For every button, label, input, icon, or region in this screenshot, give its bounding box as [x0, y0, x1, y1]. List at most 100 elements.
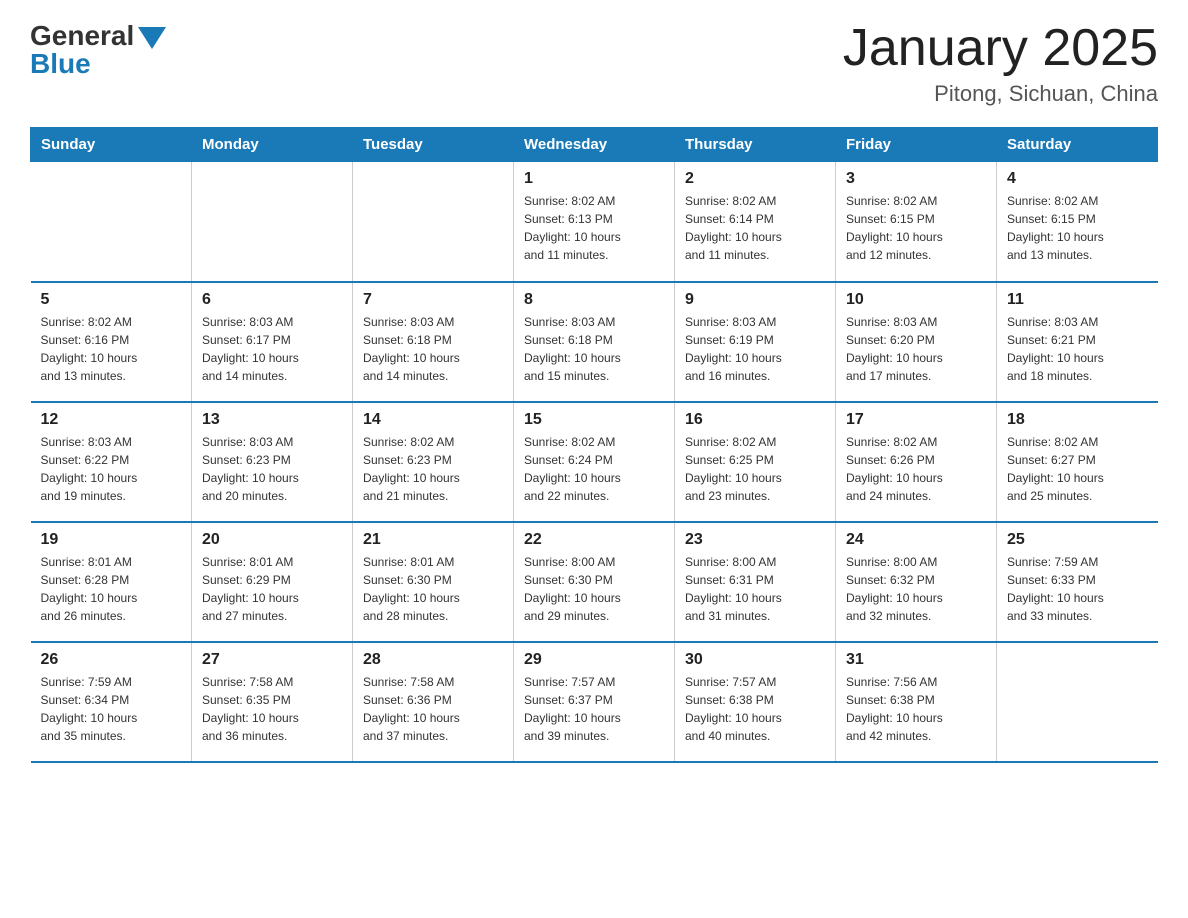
calendar-week-row: 5 Sunrise: 8:02 AM Sunset: 6:16 PM Daylig… — [31, 282, 1158, 402]
day-number: 11 — [1007, 291, 1148, 309]
day-number: 8 — [524, 291, 664, 309]
day-number: 25 — [1007, 531, 1148, 549]
calendar-week-row: 19Sunrise: 8:01 AM Sunset: 6:28 PM Dayli… — [31, 522, 1158, 642]
weekday-header-sunday: Sunday — [31, 128, 192, 162]
calendar-cell: 15 Sunrise: 8:02 AM Sunset: 6:24 PM Dayli… — [514, 402, 675, 522]
day-info: Sunrise: 8:00 AM Sunset: 6:30 PM Dayligh… — [524, 553, 664, 625]
calendar-cell — [997, 642, 1158, 762]
calendar-cell: 12 Sunrise: 8:03 AM Sunset: 6:22 PM Dayli… — [31, 402, 192, 522]
calendar-cell: 11 Sunrise: 8:03 AM Sunset: 6:21 PM Dayli… — [997, 282, 1158, 402]
day-info: Sunrise: 8:03 AM Sunset: 6:22 PM Dayligh… — [41, 433, 182, 505]
day-number: 7 — [363, 291, 503, 309]
calendar-cell: 18Sunrise: 8:02 AM Sunset: 6:27 PM Dayli… — [997, 402, 1158, 522]
calendar-week-row: 26 Sunrise: 7:59 AM Sunset: 6:34 PM Dayli… — [31, 642, 1158, 762]
day-number: 10 — [846, 291, 986, 309]
day-number: 12 — [41, 411, 182, 429]
calendar-cell — [31, 162, 192, 282]
calendar-cell: 28 Sunrise: 7:58 AM Sunset: 6:36 PM Dayli… — [353, 642, 514, 762]
logo-blue-text: Blue — [30, 48, 91, 80]
calendar-cell: 10 Sunrise: 8:03 AM Sunset: 6:20 PM Dayli… — [836, 282, 997, 402]
day-info: Sunrise: 8:02 AM Sunset: 6:15 PM Dayligh… — [846, 192, 986, 264]
day-number: 6 — [202, 291, 342, 309]
logo-triangle-icon — [138, 27, 166, 49]
day-info: Sunrise: 7:58 AM Sunset: 6:35 PM Dayligh… — [202, 673, 342, 745]
calendar-table: SundayMondayTuesdayWednesdayThursdayFrid… — [30, 127, 1158, 763]
day-number: 5 — [41, 291, 182, 309]
day-info: Sunrise: 8:01 AM Sunset: 6:30 PM Dayligh… — [363, 553, 503, 625]
day-number: 27 — [202, 651, 342, 669]
day-number: 23 — [685, 531, 825, 549]
day-info: Sunrise: 7:57 AM Sunset: 6:38 PM Dayligh… — [685, 673, 825, 745]
calendar-cell: 19Sunrise: 8:01 AM Sunset: 6:28 PM Dayli… — [31, 522, 192, 642]
calendar-cell: 26 Sunrise: 7:59 AM Sunset: 6:34 PM Dayli… — [31, 642, 192, 762]
day-number: 19 — [41, 531, 182, 549]
calendar-cell: 23 Sunrise: 8:00 AM Sunset: 6:31 PM Dayli… — [675, 522, 836, 642]
weekday-header-saturday: Saturday — [997, 128, 1158, 162]
day-info: Sunrise: 8:02 AM Sunset: 6:13 PM Dayligh… — [524, 192, 664, 264]
day-info: Sunrise: 8:03 AM Sunset: 6:18 PM Dayligh… — [524, 313, 664, 385]
calendar-cell: 22Sunrise: 8:00 AM Sunset: 6:30 PM Dayli… — [514, 522, 675, 642]
calendar-cell: 25Sunrise: 7:59 AM Sunset: 6:33 PM Dayli… — [997, 522, 1158, 642]
day-info: Sunrise: 8:03 AM Sunset: 6:19 PM Dayligh… — [685, 313, 825, 385]
day-info: Sunrise: 7:57 AM Sunset: 6:37 PM Dayligh… — [524, 673, 664, 745]
location-text: Pitong, Sichuan, China — [843, 81, 1158, 107]
calendar-cell: 29 Sunrise: 7:57 AM Sunset: 6:37 PM Dayli… — [514, 642, 675, 762]
weekday-header-tuesday: Tuesday — [353, 128, 514, 162]
day-number: 20 — [202, 531, 342, 549]
day-info: Sunrise: 8:02 AM Sunset: 6:16 PM Dayligh… — [41, 313, 182, 385]
month-title: January 2025 — [843, 20, 1158, 77]
day-number: 26 — [41, 651, 182, 669]
calendar-cell: 8 Sunrise: 8:03 AM Sunset: 6:18 PM Daylig… — [514, 282, 675, 402]
calendar-cell: 17 Sunrise: 8:02 AM Sunset: 6:26 PM Dayli… — [836, 402, 997, 522]
day-number: 15 — [524, 411, 664, 429]
day-info: Sunrise: 7:59 AM Sunset: 6:34 PM Dayligh… — [41, 673, 182, 745]
calendar-cell: 16Sunrise: 8:02 AM Sunset: 6:25 PM Dayli… — [675, 402, 836, 522]
day-info: Sunrise: 8:02 AM Sunset: 6:24 PM Dayligh… — [524, 433, 664, 505]
calendar-cell — [192, 162, 353, 282]
calendar-cell: 24Sunrise: 8:00 AM Sunset: 6:32 PM Dayli… — [836, 522, 997, 642]
day-number: 30 — [685, 651, 825, 669]
day-number: 28 — [363, 651, 503, 669]
day-number: 31 — [846, 651, 986, 669]
day-number: 17 — [846, 411, 986, 429]
day-number: 18 — [1007, 411, 1148, 429]
calendar-cell: 5 Sunrise: 8:02 AM Sunset: 6:16 PM Daylig… — [31, 282, 192, 402]
page-header: General Blue January 2025 Pitong, Sichua… — [30, 20, 1158, 107]
calendar-cell: 1 Sunrise: 8:02 AM Sunset: 6:13 PM Daylig… — [514, 162, 675, 282]
weekday-header-row: SundayMondayTuesdayWednesdayThursdayFrid… — [31, 128, 1158, 162]
day-number: 2 — [685, 170, 825, 188]
day-number: 3 — [846, 170, 986, 188]
calendar-week-row: 1 Sunrise: 8:02 AM Sunset: 6:13 PM Daylig… — [31, 162, 1158, 282]
day-number: 9 — [685, 291, 825, 309]
calendar-cell — [353, 162, 514, 282]
day-info: Sunrise: 8:00 AM Sunset: 6:32 PM Dayligh… — [846, 553, 986, 625]
day-info: Sunrise: 8:02 AM Sunset: 6:14 PM Dayligh… — [685, 192, 825, 264]
day-info: Sunrise: 8:03 AM Sunset: 6:20 PM Dayligh… — [846, 313, 986, 385]
day-number: 13 — [202, 411, 342, 429]
calendar-cell: 30 Sunrise: 7:57 AM Sunset: 6:38 PM Dayli… — [675, 642, 836, 762]
day-info: Sunrise: 7:58 AM Sunset: 6:36 PM Dayligh… — [363, 673, 503, 745]
calendar-cell: 20 Sunrise: 8:01 AM Sunset: 6:29 PM Dayli… — [192, 522, 353, 642]
weekday-header-friday: Friday — [836, 128, 997, 162]
calendar-week-row: 12 Sunrise: 8:03 AM Sunset: 6:22 PM Dayli… — [31, 402, 1158, 522]
day-number: 14 — [363, 411, 503, 429]
weekday-header-thursday: Thursday — [675, 128, 836, 162]
day-info: Sunrise: 8:02 AM Sunset: 6:23 PM Dayligh… — [363, 433, 503, 505]
calendar-cell: 14 Sunrise: 8:02 AM Sunset: 6:23 PM Dayli… — [353, 402, 514, 522]
day-number: 21 — [363, 531, 503, 549]
day-info: Sunrise: 8:02 AM Sunset: 6:26 PM Dayligh… — [846, 433, 986, 505]
day-number: 29 — [524, 651, 664, 669]
day-number: 1 — [524, 170, 664, 188]
calendar-cell: 21 Sunrise: 8:01 AM Sunset: 6:30 PM Dayli… — [353, 522, 514, 642]
title-block: January 2025 Pitong, Sichuan, China — [843, 20, 1158, 107]
calendar-cell: 9 Sunrise: 8:03 AM Sunset: 6:19 PM Daylig… — [675, 282, 836, 402]
calendar-cell: 4Sunrise: 8:02 AM Sunset: 6:15 PM Daylig… — [997, 162, 1158, 282]
day-info: Sunrise: 8:01 AM Sunset: 6:29 PM Dayligh… — [202, 553, 342, 625]
calendar-cell: 3 Sunrise: 8:02 AM Sunset: 6:15 PM Daylig… — [836, 162, 997, 282]
day-info: Sunrise: 8:03 AM Sunset: 6:21 PM Dayligh… — [1007, 313, 1148, 385]
day-info: Sunrise: 8:03 AM Sunset: 6:18 PM Dayligh… — [363, 313, 503, 385]
day-number: 16 — [685, 411, 825, 429]
weekday-header-monday: Monday — [192, 128, 353, 162]
day-info: Sunrise: 8:00 AM Sunset: 6:31 PM Dayligh… — [685, 553, 825, 625]
calendar-cell: 2 Sunrise: 8:02 AM Sunset: 6:14 PM Daylig… — [675, 162, 836, 282]
